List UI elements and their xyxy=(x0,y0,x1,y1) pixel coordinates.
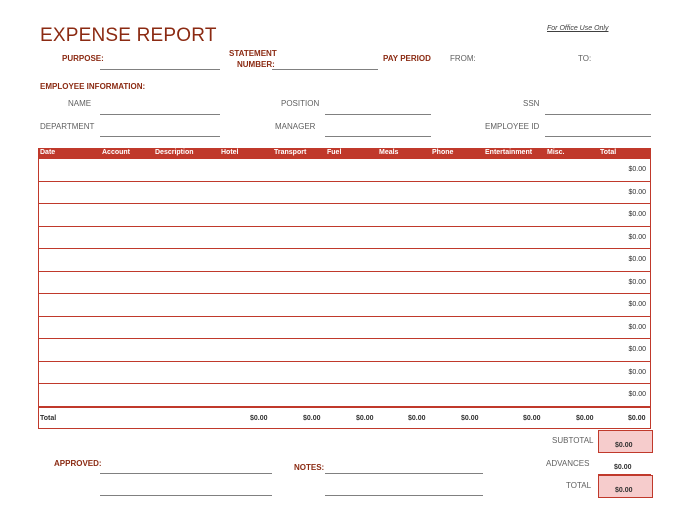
row-total: $0.00 xyxy=(628,166,646,173)
table-body: $0.00 $0.00 $0.00 $0.00 $0.00 $0.00 $0.0… xyxy=(38,159,651,407)
subtotal-box[interactable]: $0.00 xyxy=(598,430,653,453)
office-use-note: For Office Use Only xyxy=(547,25,609,32)
hotel-total: $0.00 xyxy=(250,414,268,422)
row-total: $0.00 xyxy=(628,211,646,218)
table-row[interactable]: $0.00 xyxy=(39,159,650,182)
notes-field[interactable] xyxy=(325,473,483,474)
totals-row: Total $0.00 $0.00 $0.00 $0.00 $0.00 $0.0… xyxy=(38,406,651,429)
statement-label-1: STATEMENT xyxy=(229,49,277,58)
table-row[interactable]: $0.00 xyxy=(39,227,650,249)
position-field[interactable] xyxy=(325,114,431,115)
position-label: POSITION xyxy=(281,99,320,108)
department-field[interactable] xyxy=(100,136,220,137)
col-entertainment: Entertainment xyxy=(485,149,533,156)
employee-id-label: EMPLOYEE ID xyxy=(485,122,540,131)
advances-label: ADVANCES xyxy=(546,459,590,468)
approved-field-2[interactable] xyxy=(100,495,272,496)
pay-period-label: PAY PERIOD xyxy=(383,54,431,63)
to-label: TO: xyxy=(578,54,592,63)
row-total: $0.00 xyxy=(628,256,646,263)
approved-label: APPROVED: xyxy=(54,459,102,468)
name-field[interactable] xyxy=(100,114,220,115)
page-title: EXPENSE REPORT xyxy=(40,25,217,46)
from-label: FROM: xyxy=(450,54,476,63)
total-label: TOTAL xyxy=(566,481,592,490)
col-misc: Misc. xyxy=(547,149,565,156)
misc-total: $0.00 xyxy=(576,414,594,422)
table-row[interactable]: $0.00 xyxy=(39,384,650,407)
col-meals: Meals xyxy=(379,149,399,156)
col-hotel: Hotel xyxy=(221,149,239,156)
meals-total: $0.00 xyxy=(408,414,426,422)
purpose-field[interactable] xyxy=(100,69,220,70)
row-total: $0.00 xyxy=(628,301,646,308)
row-total: $0.00 xyxy=(628,233,646,241)
subtotal-value: $0.00 xyxy=(615,442,633,449)
table-row[interactable]: $0.00 xyxy=(39,317,650,339)
advances-value: $0.00 xyxy=(614,464,632,471)
transport-total: $0.00 xyxy=(303,414,321,422)
notes-label: NOTES: xyxy=(294,463,325,472)
col-fuel: Fuel xyxy=(327,149,342,156)
phone-total: $0.00 xyxy=(461,414,479,422)
department-label: DEPARTMENT xyxy=(40,122,95,131)
row-total: $0.00 xyxy=(628,188,646,196)
subtotal-label: SUBTOTAL xyxy=(552,436,594,445)
total-box[interactable]: $0.00 xyxy=(598,475,653,498)
fuel-total: $0.00 xyxy=(356,414,374,422)
col-total: Total xyxy=(600,149,617,156)
purpose-label: PURPOSE: xyxy=(62,54,104,63)
notes-field-2[interactable] xyxy=(325,495,483,496)
col-account: Account xyxy=(102,149,130,156)
advances-box[interactable]: $0.00 xyxy=(598,452,651,475)
row-total: $0.00 xyxy=(628,391,646,398)
totals-label: Total xyxy=(40,414,57,422)
row-total: $0.00 xyxy=(628,368,646,376)
entertainment-total: $0.00 xyxy=(523,414,541,422)
col-transport: Transport xyxy=(274,149,307,156)
table-header: Date Account Description Hotel Transport… xyxy=(38,148,651,159)
table-row[interactable]: $0.00 xyxy=(39,204,650,227)
manager-label: MANAGER xyxy=(275,122,316,131)
name-label: NAME xyxy=(68,99,92,108)
ssn-field[interactable] xyxy=(545,114,651,115)
statement-number-field[interactable] xyxy=(272,69,378,70)
table-row[interactable]: $0.00 xyxy=(39,294,650,317)
table-row[interactable]: $0.00 xyxy=(39,249,650,272)
grand-total: $0.00 xyxy=(628,414,646,422)
approved-field[interactable] xyxy=(100,473,272,474)
employee-info-heading: EMPLOYEE INFORMATION: xyxy=(40,82,146,91)
table-row[interactable]: $0.00 xyxy=(39,182,650,204)
row-total: $0.00 xyxy=(628,346,646,353)
statement-label-2: NUMBER: xyxy=(237,60,275,69)
row-total: $0.00 xyxy=(628,323,646,331)
table-row[interactable]: $0.00 xyxy=(39,362,650,384)
ssn-label: SSN xyxy=(523,99,540,108)
col-date: Date xyxy=(40,149,56,156)
manager-field[interactable] xyxy=(325,136,431,137)
expense-table: Date Account Description Hotel Transport… xyxy=(38,148,651,429)
table-row[interactable]: $0.00 xyxy=(39,272,650,294)
total-value: $0.00 xyxy=(615,487,633,494)
col-phone: Phone xyxy=(432,149,454,156)
row-total: $0.00 xyxy=(628,278,646,286)
employee-id-field[interactable] xyxy=(545,136,651,137)
col-description: Description xyxy=(155,149,194,156)
table-row[interactable]: $0.00 xyxy=(39,339,650,362)
